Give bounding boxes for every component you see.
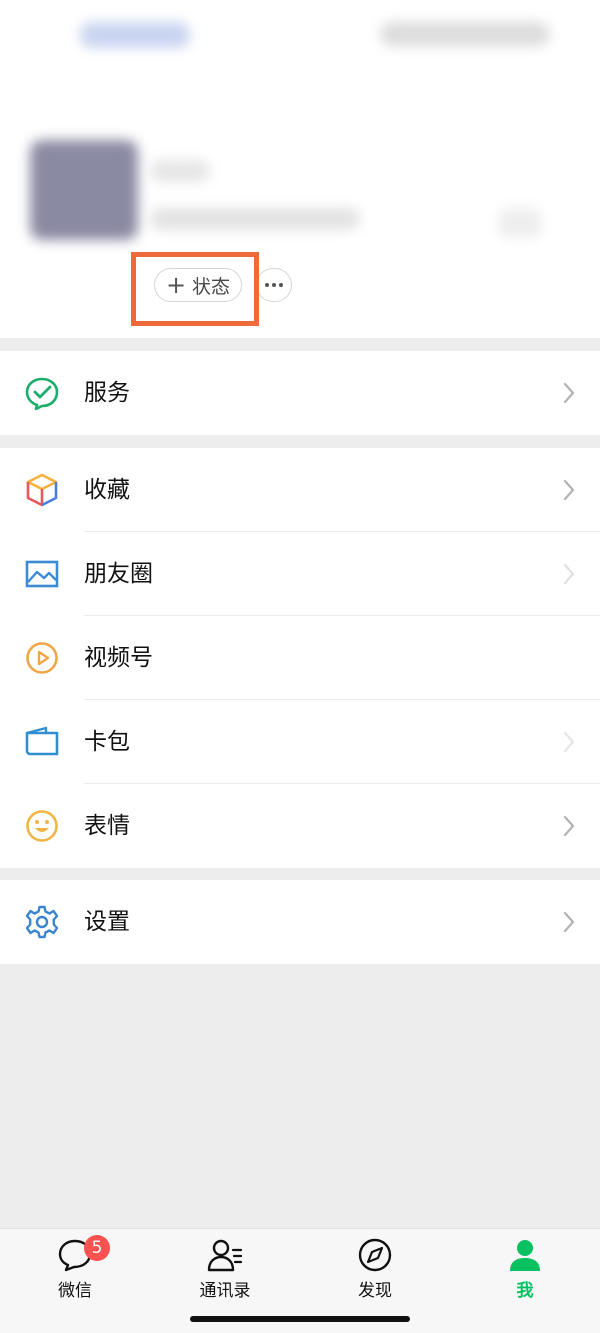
compass-icon [358,1238,392,1272]
moments-icon [25,560,59,588]
card-wallet-icon [25,726,59,756]
person-icon [510,1240,540,1271]
chevron-right-icon [563,731,575,753]
menu-label: 视频号 [84,645,153,671]
menu-item-services[interactable]: 服务 [0,351,600,435]
blurred-wechat-id [150,208,360,230]
profile-header[interactable] [0,70,600,338]
menu-label: 设置 [84,909,130,935]
contacts-icon [207,1239,243,1272]
dot-icon [272,283,276,287]
tab-me[interactable]: 我 [450,1229,600,1309]
blurred-nickname [150,160,210,182]
tab-chats[interactable]: 5 微信 [0,1229,150,1309]
home-indicator [190,1316,410,1322]
chevron-right-icon [563,382,575,404]
settings-icon [25,905,59,939]
menu-label: 卡包 [84,729,130,755]
dot-icon [279,283,283,287]
menu-group-settings: 设置 [0,880,600,964]
highlight-box [131,252,259,326]
tab-contacts[interactable]: 通讯录 [150,1229,300,1309]
services-icon [25,377,59,411]
avatar[interactable] [30,140,138,240]
menu-item-stickers[interactable]: 表情 [0,784,600,868]
menu-item-channels[interactable]: 视频号 [0,616,600,700]
tab-label: 我 [516,1281,534,1301]
menu-item-cards[interactable]: 卡包 [0,700,600,784]
unread-badge: 5 [84,1235,110,1261]
menu-label: 收藏 [84,477,130,503]
menu-item-moments[interactable]: 朋友圈 [0,532,600,616]
chevron-right-icon [563,911,575,933]
stickers-icon [26,810,58,842]
chevron-right-icon [563,815,575,837]
menu-group-main: 收藏 朋友圈 视频号 卡包 表情 [0,448,600,868]
menu-label: 服务 [84,380,130,406]
chevron-right-icon [563,563,575,585]
blurred-status-info [380,22,550,46]
tab-label: 通讯录 [199,1281,251,1301]
qr-code-icon[interactable] [498,208,542,238]
tab-label: 发现 [358,1281,392,1301]
menu-item-settings[interactable]: 设置 [0,880,600,964]
channels-icon [26,642,58,674]
blurred-logo [80,22,190,48]
menu-label: 朋友圈 [84,561,153,587]
favorites-icon [26,473,58,507]
tab-label: 微信 [58,1281,92,1301]
menu-label: 表情 [84,813,130,839]
tab-discover[interactable]: 发现 [300,1229,450,1309]
more-options-button[interactable] [256,268,292,302]
menu-group-services: 服务 [0,351,600,435]
chevron-right-icon [563,479,575,501]
menu-item-favorites[interactable]: 收藏 [0,448,600,532]
status-bar [0,0,600,70]
dot-icon [265,283,269,287]
